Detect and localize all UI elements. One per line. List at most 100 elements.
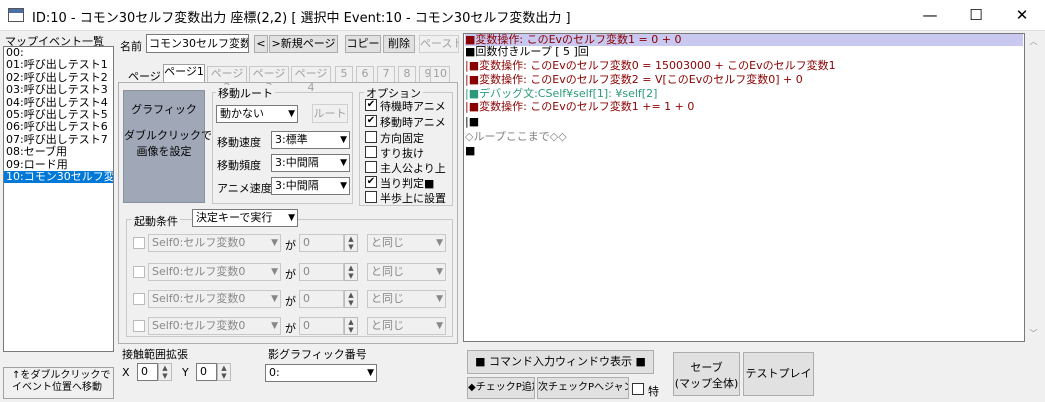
new-page-button[interactable]: >新規ページ <box>269 35 338 53</box>
name-label: 名前 <box>120 40 142 53</box>
move-type-select[interactable]: 動かない ▼ <box>216 105 298 123</box>
code-line[interactable]: ■回数付きループ [ 5 ]回 <box>465 46 1023 58</box>
waiting-anim-label: 待機時アニメ <box>380 100 446 113</box>
trigger-select[interactable]: 決定キーで実行 ▼ <box>192 209 298 227</box>
code-line[interactable]: ◇ループここまで◇◇ <box>465 131 1023 143</box>
code-line[interactable]: |■デバッグ文:CSelf¥self[1]: ¥self[2] <box>465 88 1023 100</box>
list-item[interactable]: 01:呼び出しテスト1 <box>4 58 113 71</box>
close-button[interactable]: ✕ <box>999 0 1045 31</box>
graphic-title: グラフィック <box>131 103 197 116</box>
pass-through-checkbox[interactable] <box>365 146 377 158</box>
condition-var-select[interactable]: Self0:セルフ変数0 ▼ <box>148 263 281 281</box>
condition-spinner[interactable]: ▲ ▼ <box>344 234 358 252</box>
shadow-select[interactable]: 0: ▼ <box>265 364 377 382</box>
condition-checkbox[interactable] <box>133 237 145 249</box>
fixed-direction-checkbox[interactable] <box>365 131 377 143</box>
move-freq-label: 移動頻度 <box>217 159 261 172</box>
half-step-checkbox[interactable] <box>365 191 377 203</box>
minimize-button[interactable]: — <box>907 0 953 31</box>
code-line[interactable]: ■ <box>465 145 1023 157</box>
condition-var-select[interactable]: Self0:セルフ変数0 ▼ <box>148 290 281 308</box>
scroll-up-icon[interactable]: ︿ <box>1025 36 1042 47</box>
tab-page-8[interactable]: 8 <box>398 66 416 82</box>
tab-page-6[interactable]: 6 <box>356 66 374 82</box>
contact-y-spinner[interactable]: ▲ ▼ <box>217 363 231 381</box>
list-item-selected[interactable]: 10:コモン30セルフ変数 <box>4 170 113 184</box>
contact-x-spinner[interactable]: ▲ ▼ <box>158 363 172 381</box>
condition-var-select[interactable]: Self0:セルフ変数0 ▼ <box>148 234 281 252</box>
scrollbar-track[interactable]: ︿ ﹀ <box>1025 33 1042 342</box>
collision-checkbox[interactable]: ✔ <box>365 176 377 188</box>
condition-compare-select[interactable]: と同じ ▼ <box>367 234 446 252</box>
event-name-field[interactable]: コモン30セルフ変数出 <box>146 34 249 53</box>
condition-value-input[interactable]: 0 <box>299 317 344 335</box>
command-input-window-button[interactable]: ■ コマンド入力ウィンドウ表示 ■ <box>467 350 654 374</box>
code-line[interactable]: |■変数操作: このEvのセルフ変数1 += 1 + 0 <box>465 101 1023 113</box>
condition-checkbox[interactable] <box>133 320 145 332</box>
condition-checkbox[interactable] <box>133 266 145 278</box>
condition-var-value: Self0:セルフ変数0 <box>152 236 246 249</box>
condition-compare-value: と同じ <box>371 319 404 332</box>
condition-var-select[interactable]: Self0:セルフ変数0 ▼ <box>148 317 281 335</box>
condition-spinner[interactable]: ▲ ▼ <box>344 263 358 281</box>
waiting-anim-checkbox[interactable]: ✔ <box>365 99 377 111</box>
condition-spinner[interactable]: ▲ ▼ <box>344 290 358 308</box>
move-speed-value: 3:標準 <box>275 133 308 146</box>
condition-ga: が <box>285 268 296 281</box>
code-line[interactable]: |■変数操作: このEvのセルフ変数0 = 15003000 + このEvのセル… <box>465 60 1023 72</box>
delete-button[interactable]: 削除 <box>383 35 415 53</box>
condition-value-input[interactable]: 0 <box>299 290 344 308</box>
title-bar: ID:10 - コモン30セルフ変数出力 座標(2,2) [ 選択中 Event… <box>0 0 1045 31</box>
condition-compare-select[interactable]: と同じ ▼ <box>367 317 446 335</box>
prev-page-button[interactable]: < <box>254 35 268 53</box>
special-checkbox[interactable] <box>632 383 644 395</box>
tab-page-5[interactable]: 5 <box>335 66 353 82</box>
contact-x-input[interactable]: 0 <box>137 363 158 381</box>
condition-value-input[interactable]: 0 <box>299 234 344 252</box>
tab-page-2[interactable]: ページ2 <box>207 66 247 94</box>
scroll-down-icon[interactable]: ﹀ <box>1025 328 1042 339</box>
condition-compare-select[interactable]: と同じ ▼ <box>367 263 446 281</box>
list-item[interactable]: 08:セーブ用 <box>4 145 113 158</box>
move-freq-select[interactable]: 3:中間隔 ▼ <box>271 154 350 172</box>
tab-page-4[interactable]: ページ4 <box>291 66 331 94</box>
route-button[interactable]: ルート <box>312 104 348 123</box>
paste-button[interactable]: ペースト <box>419 35 459 53</box>
condition-spinner[interactable]: ▲ ▼ <box>344 317 358 335</box>
tab-page-7[interactable]: 7 <box>377 66 395 82</box>
code-line[interactable]: |■ <box>465 116 1023 128</box>
move-type-value: 動かない <box>220 107 264 120</box>
test-play-button[interactable]: テストプレイ <box>743 352 814 396</box>
list-item[interactable]: 06:呼び出しテスト6 <box>4 120 113 133</box>
app-icon <box>8 8 24 22</box>
map-event-list[interactable]: 00: 01:呼び出しテスト1 02:呼び出しテスト2 03:呼び出しテスト3 … <box>3 46 114 352</box>
graphic-box[interactable]: グラフィック ダブルクリックで 画像を設定 <box>123 90 212 203</box>
contact-x-label: X <box>122 366 130 379</box>
save-map-button[interactable]: セーブ (マップ全体) <box>673 352 740 396</box>
list-item[interactable]: 03:呼び出しテスト3 <box>4 83 113 96</box>
chevron-down-icon: ▼ <box>288 213 295 223</box>
anim-speed-select[interactable]: 3:中間隔 ▼ <box>271 177 350 195</box>
condition-value-input[interactable]: 0 <box>299 263 344 281</box>
tab-page-3[interactable]: ページ3 <box>249 66 289 94</box>
chevron-down-icon: ▼ <box>340 181 347 191</box>
move-speed-select[interactable]: 3:標準 ▼ <box>271 131 350 149</box>
chevron-down-icon: ▼ <box>271 238 278 248</box>
tab-page-1[interactable]: ページ1 <box>163 64 205 83</box>
add-checkpoint-button[interactable]: ◆チェックP追加 <box>467 377 535 399</box>
copy-button[interactable]: コピー <box>345 35 381 53</box>
above-hero-checkbox[interactable] <box>365 161 377 173</box>
jump-next-checkpoint-button[interactable]: 次チェックPへジャンプ <box>537 377 629 399</box>
half-step-label: 半歩上に設置 <box>380 192 446 205</box>
maximize-button[interactable]: ☐ <box>953 0 999 31</box>
chevron-down-icon: ▼ <box>340 158 347 168</box>
trigger-label: 起動条件 <box>132 213 180 229</box>
tab-page-10[interactable]: 10 <box>430 66 450 82</box>
contact-y-label: Y <box>182 366 189 379</box>
moving-anim-checkbox[interactable]: ✔ <box>365 115 377 127</box>
code-line[interactable]: |■変数操作: このEvのセルフ変数2 = V[このEvのセルフ変数0] + 0 <box>465 74 1023 86</box>
contact-range-label: 接触範囲拡張 <box>122 348 188 361</box>
contact-y-input[interactable]: 0 <box>196 363 217 381</box>
condition-checkbox[interactable] <box>133 293 145 305</box>
condition-compare-select[interactable]: と同じ ▼ <box>367 290 446 308</box>
